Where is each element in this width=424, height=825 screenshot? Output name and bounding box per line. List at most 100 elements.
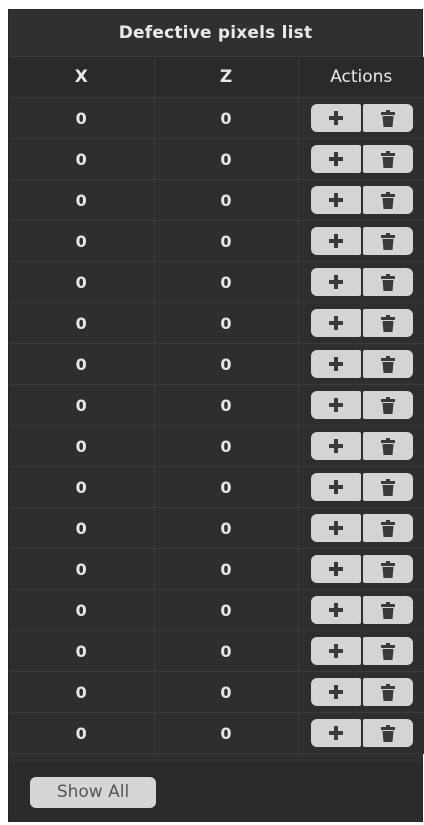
defective-pixels-panel: Defective pixels list X Z Actions 000000…	[8, 9, 424, 822]
table-row: 00	[9, 384, 424, 426]
row-actions	[299, 473, 424, 501]
table-row: 00	[9, 179, 424, 221]
column-header-z: Z	[154, 57, 299, 98]
cell-actions	[298, 302, 424, 344]
cell-x: 0	[9, 97, 155, 139]
cell-x: 0	[9, 261, 155, 303]
add-pixel-button[interactable]	[311, 473, 362, 501]
cell-actions	[298, 712, 424, 754]
trash-icon	[381, 109, 396, 127]
delete-pixel-button[interactable]	[363, 268, 414, 296]
cell-x: 0	[9, 712, 155, 754]
table-row: 00	[9, 220, 424, 262]
trash-icon	[381, 396, 396, 414]
delete-pixel-button[interactable]	[363, 637, 414, 665]
delete-pixel-button[interactable]	[363, 473, 414, 501]
trash-icon	[381, 642, 396, 660]
cell-z: 0	[154, 466, 299, 508]
delete-pixel-button[interactable]	[363, 678, 414, 706]
delete-pixel-button[interactable]	[363, 555, 414, 583]
add-pixel-button[interactable]	[311, 555, 362, 583]
plus-icon	[328, 561, 344, 577]
cell-z: 0	[154, 343, 299, 385]
row-actions	[299, 555, 424, 583]
add-pixel-button[interactable]	[311, 268, 362, 296]
plus-icon	[328, 192, 344, 208]
delete-pixel-button[interactable]	[363, 186, 414, 214]
delete-pixel-button[interactable]	[363, 309, 414, 337]
plus-icon	[328, 233, 344, 249]
cell-x: 0	[9, 384, 155, 426]
row-actions	[299, 104, 424, 132]
table-row: 00	[9, 589, 424, 631]
cell-x: 0	[9, 220, 155, 262]
row-actions	[299, 596, 424, 624]
row-actions	[299, 432, 424, 460]
cell-actions	[298, 466, 424, 508]
row-actions	[299, 350, 424, 378]
table-row: 00	[9, 466, 424, 508]
add-pixel-button[interactable]	[311, 678, 362, 706]
plus-icon	[328, 397, 344, 413]
defective-pixels-table: X Z Actions 0000000000000000000000000000…	[9, 57, 424, 754]
delete-pixel-button[interactable]	[363, 391, 414, 419]
delete-pixel-button[interactable]	[363, 514, 414, 542]
delete-pixel-button[interactable]	[363, 596, 414, 624]
plus-icon	[328, 438, 344, 454]
table-row: 00	[9, 97, 424, 139]
add-pixel-button[interactable]	[311, 432, 362, 460]
cell-z: 0	[154, 138, 299, 180]
cell-z: 0	[154, 97, 299, 139]
cell-z: 0	[154, 425, 299, 467]
cell-actions	[298, 425, 424, 467]
delete-pixel-button[interactable]	[363, 227, 414, 255]
table-row: 00	[9, 302, 424, 344]
add-pixel-button[interactable]	[311, 719, 362, 747]
add-pixel-button[interactable]	[311, 637, 362, 665]
delete-pixel-button[interactable]	[363, 104, 414, 132]
cell-z: 0	[154, 179, 299, 221]
cell-actions	[298, 384, 424, 426]
add-pixel-button[interactable]	[311, 227, 362, 255]
cell-x: 0	[9, 302, 155, 344]
add-pixel-button[interactable]	[311, 350, 362, 378]
row-actions	[299, 186, 424, 214]
add-pixel-button[interactable]	[311, 309, 362, 337]
delete-pixel-button[interactable]	[363, 350, 414, 378]
cell-z: 0	[154, 220, 299, 262]
trash-icon	[381, 150, 396, 168]
cell-z: 0	[154, 384, 299, 426]
delete-pixel-button[interactable]	[363, 719, 414, 747]
delete-pixel-button[interactable]	[363, 145, 414, 173]
column-header-actions: Actions	[298, 57, 424, 98]
row-actions	[299, 227, 424, 255]
add-pixel-button[interactable]	[311, 514, 362, 542]
plus-icon	[328, 479, 344, 495]
cell-actions	[298, 671, 424, 713]
row-actions	[299, 309, 424, 337]
show-all-button[interactable]: Show All	[30, 777, 156, 808]
trash-icon	[381, 601, 396, 619]
cell-actions	[298, 220, 424, 262]
cell-x: 0	[9, 138, 155, 180]
table-row: 00	[9, 343, 424, 385]
plus-icon	[328, 643, 344, 659]
cell-x: 0	[9, 507, 155, 549]
add-pixel-button[interactable]	[311, 104, 362, 132]
trash-icon	[381, 724, 396, 742]
add-pixel-button[interactable]	[311, 391, 362, 419]
table-row: 00	[9, 138, 424, 180]
cell-z: 0	[154, 671, 299, 713]
row-actions	[299, 637, 424, 665]
trash-icon	[381, 519, 396, 537]
cell-actions	[298, 179, 424, 221]
table-row: 00	[9, 507, 424, 549]
cell-actions	[298, 261, 424, 303]
plus-icon	[328, 725, 344, 741]
panel-footer: Show All	[9, 763, 422, 821]
delete-pixel-button[interactable]	[363, 432, 414, 460]
add-pixel-button[interactable]	[311, 596, 362, 624]
plus-icon	[328, 110, 344, 126]
add-pixel-button[interactable]	[311, 145, 362, 173]
add-pixel-button[interactable]	[311, 186, 362, 214]
